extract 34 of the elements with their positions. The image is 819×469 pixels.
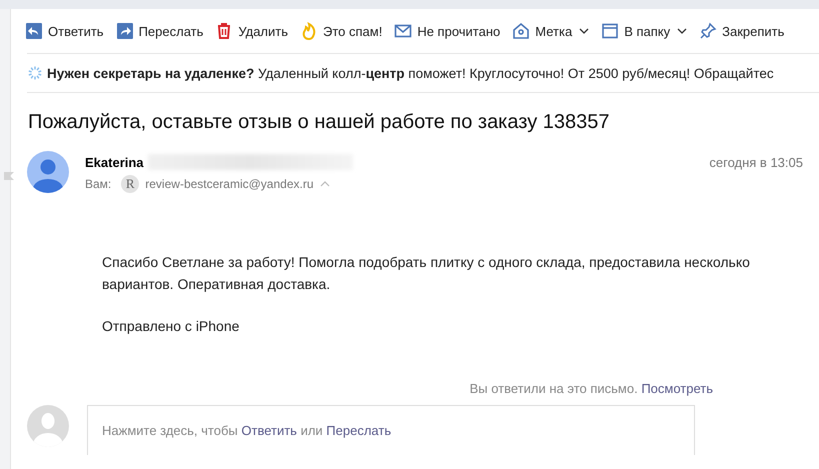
toolbar-button[interactable]: В папку <box>601 22 694 40</box>
pin-icon <box>699 22 718 40</box>
recipient-avatar: R <box>121 175 140 193</box>
toolbar-button[interactable]: Не прочитано <box>394 22 506 40</box>
toolbar-button[interactable]: Переслать <box>116 22 210 40</box>
envelope-icon <box>394 22 412 40</box>
spinner-icon <box>27 65 43 81</box>
sender-name[interactable]: Ekaterina <box>85 154 144 170</box>
reply-link[interactable]: Ответить <box>241 423 297 438</box>
folder-icon <box>601 22 620 40</box>
toolbar-button[interactable]: Это спам! <box>300 22 388 40</box>
reply-icon <box>25 22 43 40</box>
toolbar-button[interactable]: Ответить <box>25 22 110 40</box>
quick-reply-box[interactable]: Нажмите здесь, чтобы Ответить или Переслать <box>87 405 695 455</box>
expand-icon[interactable] <box>320 181 330 187</box>
replied-note: Вы ответили на это письмо. Посмотреть <box>470 381 713 396</box>
toolbar-button[interactable]: Удалить <box>215 22 294 40</box>
quick-reply-text: Нажмите здесь, чтобы Ответить или Переслать <box>102 423 392 438</box>
toolbar-button[interactable]: Закрепить <box>699 22 790 40</box>
message-date: сегодня в 13:05 <box>709 154 803 170</box>
avatar-icon <box>27 151 69 193</box>
avatar-icon <box>27 405 69 447</box>
toolbar-button[interactable]: Метка <box>512 22 596 40</box>
body-paragraph: Спасибо Светлане за работу! Помогла подобрать плитку с одного склада, предоставила несколько вариантов. Оперативная доставка. <box>102 253 751 294</box>
forward-link[interactable]: Переслать <box>326 423 392 438</box>
flag-icon[interactable] <box>4 171 14 181</box>
view-link[interactable]: Посмотреть <box>641 381 713 396</box>
to-label: Вам: <box>85 177 112 191</box>
body-paragraph: Отправлено с iPhone <box>102 317 240 336</box>
tag-icon <box>512 22 530 40</box>
forward-icon <box>116 22 134 40</box>
email-subject: Пожалуйста, оставьте отзыв о нашей работе по заказу 138357 <box>28 111 611 134</box>
recipient-email[interactable]: review-bestceramic@yandex.ru <box>145 177 314 191</box>
ad-text[interactable]: Нужен секретарь на удаленке? Удаленный колл-центр поможет! Круглосуточно! От 2500 руб/месяц! Обращайтес <box>47 66 774 80</box>
